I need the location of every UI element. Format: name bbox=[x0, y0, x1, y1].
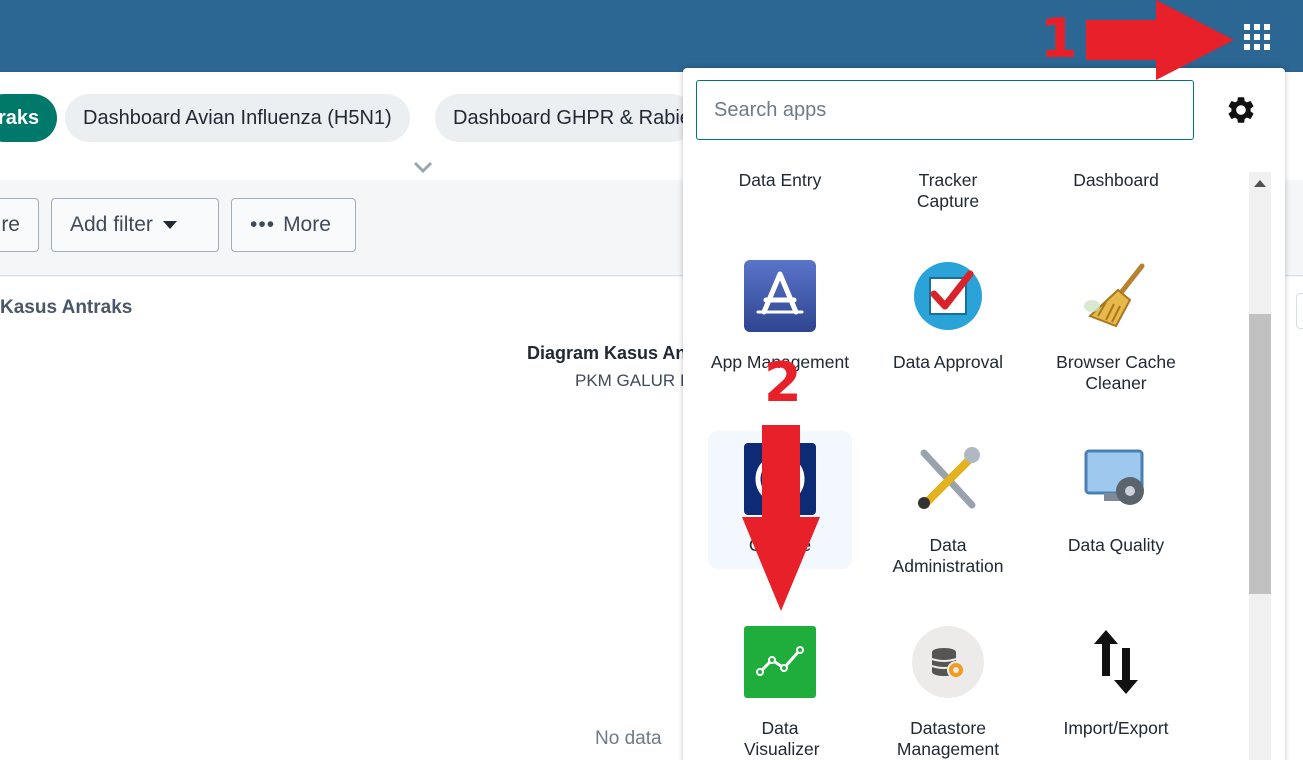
annotation-number-1: 1 bbox=[1040, 7, 1078, 70]
app-management-icon bbox=[744, 260, 816, 332]
line-chart-icon bbox=[744, 626, 816, 698]
app-data-administration[interactable]: Data Administration bbox=[876, 443, 1020, 583]
apps-grid-icon[interactable] bbox=[1244, 24, 1270, 50]
app-dashboard[interactable]: Dashboard bbox=[1044, 170, 1188, 191]
tools-icon bbox=[912, 443, 984, 515]
app-capture[interactable]: Capture bbox=[708, 431, 852, 569]
app-label: Browser Cache Cleaner bbox=[1056, 352, 1176, 393]
caret-down-icon bbox=[162, 221, 177, 230]
app-label: Data Administration bbox=[892, 535, 1004, 576]
more-dots-icon: ••• bbox=[250, 213, 276, 236]
app-datastore-management[interactable]: Datastore Management bbox=[876, 626, 1020, 760]
app-browser-cache-cleaner[interactable]: Browser Cache Cleaner bbox=[1044, 260, 1188, 400]
chart-subtitle: PKM GALUR I bbox=[575, 371, 685, 390]
app-label: Data Approval bbox=[893, 352, 1003, 372]
header-bar bbox=[0, 0, 1303, 72]
dashboard-chip-ghpr-rabies[interactable]: Dashboard GHPR & Rabie bbox=[435, 94, 695, 142]
app-label: Tracker Capture bbox=[916, 170, 980, 211]
no-data-text: No data bbox=[595, 728, 662, 749]
share-button[interactable]: re bbox=[0, 198, 39, 252]
app-label: Capture bbox=[748, 535, 812, 555]
app-label: Import/Export bbox=[1063, 718, 1169, 738]
share-button-label: re bbox=[1, 213, 20, 236]
app-data-visualizer[interactable]: Data Visualizer bbox=[708, 626, 852, 760]
dashboard-chip-avian-influenza[interactable]: Dashboard Avian Influenza (H5N1) bbox=[65, 94, 410, 142]
item-title: Kasus Antraks bbox=[0, 297, 133, 318]
gear-icon[interactable] bbox=[1225, 94, 1257, 126]
data-quality-icon bbox=[1080, 443, 1152, 515]
annotation-number-2: 2 bbox=[764, 351, 802, 414]
page: raks Dashboard Avian Influenza (H5N1) Da… bbox=[0, 0, 1303, 760]
data-approval-icon bbox=[912, 260, 984, 332]
app-data-entry[interactable]: Data Entry bbox=[708, 170, 852, 191]
chart-title: Diagram Kasus An bbox=[527, 343, 687, 363]
app-menu: Data Entry Tracker Capture Dashboard App… bbox=[683, 68, 1285, 760]
app-tracker-capture[interactable]: Tracker Capture bbox=[876, 170, 1020, 212]
add-filter-label: Add filter bbox=[70, 213, 153, 236]
chevron-down-icon[interactable] bbox=[412, 160, 434, 174]
app-label: Data Visualizer bbox=[744, 718, 820, 759]
import-export-arrows-icon bbox=[1080, 626, 1152, 698]
app-label: Dashboard bbox=[1073, 170, 1159, 190]
app-label: Datastore Management bbox=[896, 718, 1000, 759]
scroll-up-arrow-icon[interactable] bbox=[1254, 180, 1266, 187]
app-import-export[interactable]: Import/Export bbox=[1044, 626, 1188, 760]
app-menu-scrollbar[interactable] bbox=[1249, 172, 1271, 760]
app-data-quality[interactable]: Data Quality bbox=[1044, 443, 1188, 583]
scrollbar-thumb[interactable] bbox=[1249, 314, 1271, 594]
more-label: More bbox=[283, 213, 331, 236]
app-label: Data Quality bbox=[1067, 535, 1165, 555]
search-apps-input[interactable] bbox=[696, 80, 1194, 140]
app-label: Data Entry bbox=[738, 170, 822, 190]
datastore-icon bbox=[912, 626, 984, 698]
side-panel-handle[interactable] bbox=[1296, 293, 1303, 329]
dashboard-chip-active[interactable]: raks bbox=[0, 94, 58, 142]
broom-icon bbox=[1080, 260, 1152, 332]
capture-icon bbox=[744, 443, 816, 515]
add-filter-button[interactable]: Add filter bbox=[51, 198, 219, 252]
app-data-approval[interactable]: Data Approval bbox=[876, 260, 1020, 400]
more-button[interactable]: ••• More bbox=[231, 198, 356, 252]
